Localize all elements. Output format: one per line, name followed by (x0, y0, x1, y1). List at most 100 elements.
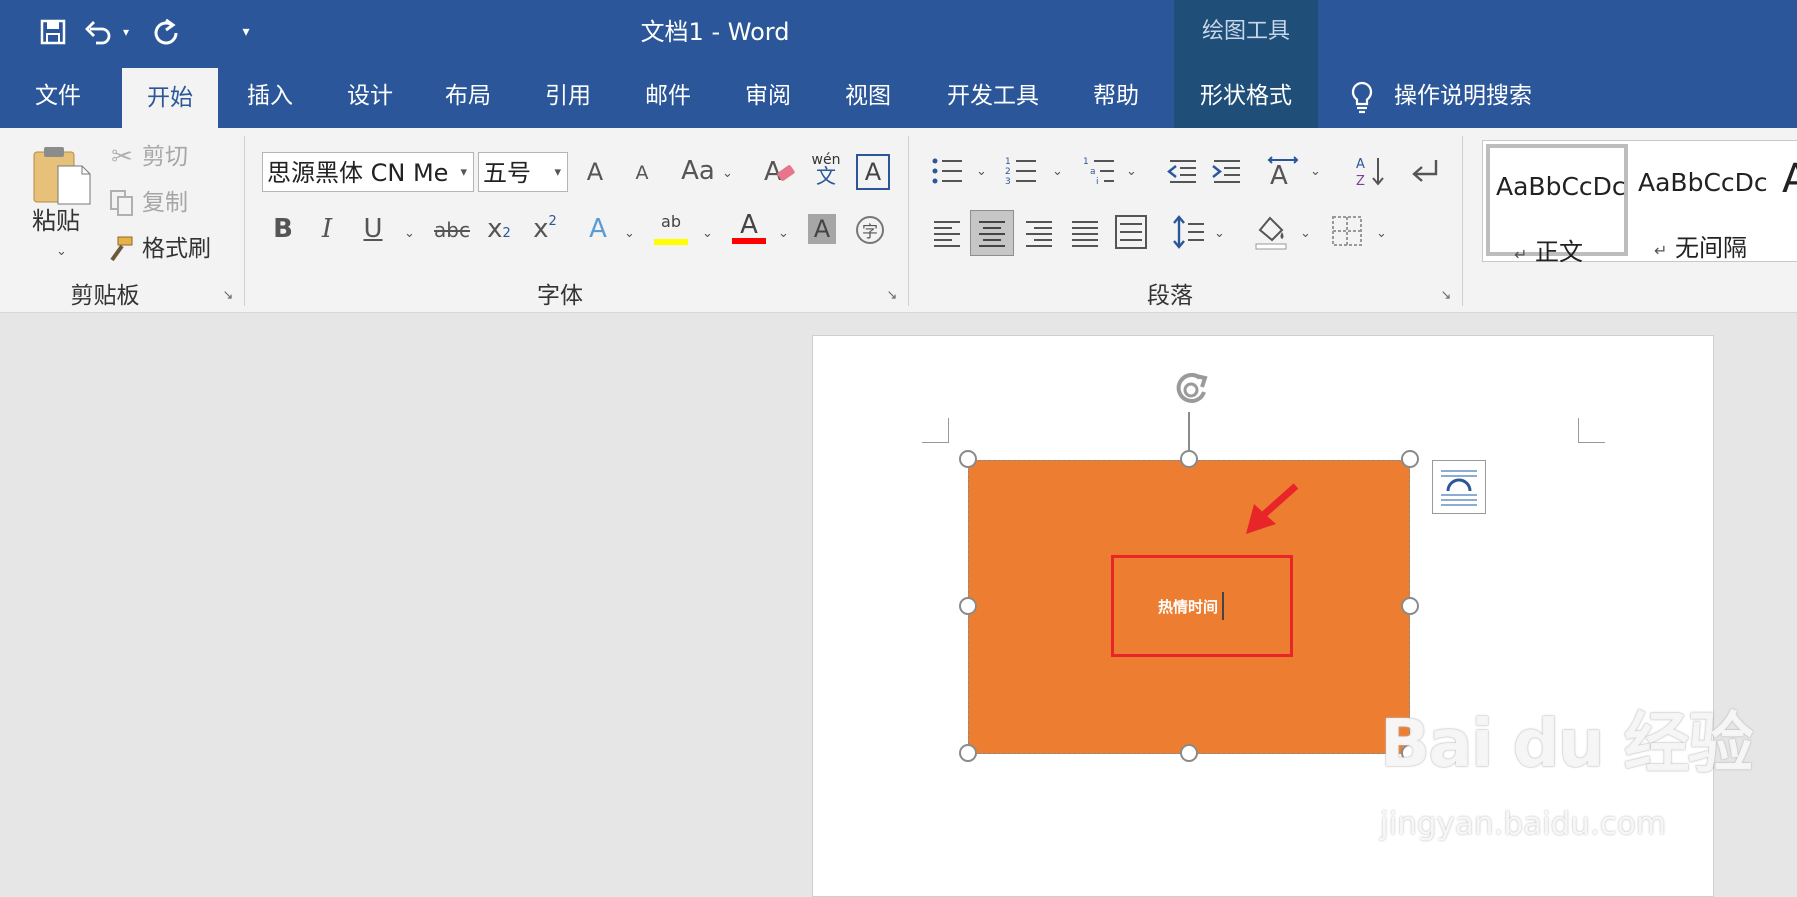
svg-text:2: 2 (1005, 167, 1011, 177)
highlight-color-bar (654, 239, 688, 245)
asian-layout-dropdown-icon[interactable]: ⌄ (1310, 164, 1321, 179)
layout-options-icon[interactable] (1432, 460, 1486, 514)
superscript-x: x (533, 214, 549, 244)
numbering-icon[interactable]: 123 (1004, 154, 1038, 188)
redo-icon[interactable] (148, 14, 184, 50)
strikethrough-icon[interactable]: abc (432, 218, 472, 242)
tab-developer[interactable]: 开发工具 (928, 64, 1058, 128)
tab-mailings[interactable]: 邮件 (624, 64, 712, 128)
font-color-dropdown-icon[interactable]: ⌄ (778, 226, 789, 241)
align-right-icon[interactable] (1022, 216, 1056, 250)
format-painter-icon[interactable] (108, 234, 136, 264)
style-no-spacing[interactable]: AaBbCcDc ↵ 无间隔 (1630, 144, 1780, 262)
asian-layout-icon[interactable]: A (1266, 154, 1300, 191)
lightbulb-icon[interactable] (1346, 80, 1378, 114)
rotate-handle-icon[interactable] (1166, 366, 1218, 414)
resize-handle-top-right[interactable] (1401, 450, 1419, 468)
style-normal[interactable]: AaBbCcDc ↵ 正文 (1486, 144, 1628, 266)
phonetic-bottom: 文 (816, 164, 836, 188)
bullets-dropdown-icon[interactable]: ⌄ (976, 164, 987, 179)
font-color-icon[interactable]: A (732, 210, 766, 244)
font-size-combo[interactable]: 五号 ▾ (478, 152, 568, 192)
tab-references[interactable]: 引用 (524, 64, 612, 128)
clipboard-launcher-icon[interactable]: ↘ (220, 288, 236, 304)
shape-text[interactable]: 热情时间 (1158, 596, 1218, 617)
paste-label[interactable]: 粘贴 (32, 206, 80, 236)
font-group-label: 字体 (537, 283, 583, 309)
resize-handle-bottom-left[interactable] (959, 744, 977, 762)
highlight-icon[interactable]: ab (654, 212, 688, 245)
increase-indent-icon[interactable] (1210, 154, 1244, 188)
save-icon[interactable] (35, 14, 71, 50)
tab-layout[interactable]: 布局 (424, 64, 512, 128)
font-name-combo[interactable]: 思源黑体 CN Me ▾ (262, 152, 474, 192)
line-spacing-dropdown-icon[interactable]: ⌄ (1214, 226, 1225, 241)
resize-handle-right[interactable] (1401, 597, 1419, 615)
copy-icon[interactable] (108, 188, 136, 218)
tab-shape-format[interactable]: 形状格式 (1174, 64, 1318, 128)
grow-font-icon[interactable]: A (582, 158, 608, 186)
text-cursor (1222, 592, 1224, 620)
justify-icon[interactable] (1068, 216, 1102, 250)
underline-dropdown-icon[interactable]: ⌄ (404, 226, 415, 241)
font-launcher-icon[interactable]: ↘ (884, 288, 900, 304)
undo-dropdown-icon[interactable]: ▾ (116, 14, 136, 50)
text-effects-icon[interactable]: A (584, 214, 612, 244)
paste-icon[interactable] (32, 144, 92, 206)
distributed-icon[interactable] (1114, 214, 1148, 250)
phonetic-guide-icon[interactable]: wén 文 (808, 152, 844, 188)
tab-home[interactable]: 开始 (122, 68, 218, 128)
style-heading-partial[interactable]: A (1780, 144, 1797, 256)
character-shading-icon[interactable]: A (808, 214, 836, 244)
numbering-dropdown-icon[interactable]: ⌄ (1052, 164, 1063, 179)
paste-dropdown-icon[interactable]: ⌄ (56, 244, 67, 259)
sort-icon[interactable]: AZ (1354, 154, 1388, 189)
copy-label[interactable]: 复制 (142, 188, 188, 218)
align-center-icon[interactable] (970, 210, 1014, 256)
paragraph-launcher-icon[interactable]: ↘ (1438, 288, 1454, 304)
resize-handle-top-left[interactable] (959, 450, 977, 468)
italic-icon[interactable]: I (314, 214, 340, 244)
show-formatting-marks-icon[interactable] (1408, 154, 1442, 188)
bold-icon[interactable]: B (270, 214, 296, 244)
decrease-indent-icon[interactable] (1166, 154, 1200, 188)
tab-view[interactable]: 视图 (824, 64, 912, 128)
align-left-icon[interactable] (930, 216, 964, 250)
tab-insert[interactable]: 插入 (226, 64, 314, 128)
chevron-down-icon: ▾ (460, 165, 467, 180)
resize-handle-bottom[interactable] (1180, 744, 1198, 762)
superscript-icon[interactable]: x2 (530, 214, 560, 244)
shading-dropdown-icon[interactable]: ⌄ (1300, 226, 1311, 241)
line-spacing-icon[interactable] (1172, 214, 1206, 250)
subscript-icon[interactable]: x2 (484, 214, 514, 244)
cut-label[interactable]: 剪切 (142, 142, 188, 172)
highlight-dropdown-icon[interactable]: ⌄ (702, 226, 713, 241)
change-case-dropdown-icon[interactable]: ⌄ (722, 166, 733, 181)
shading-icon[interactable] (1254, 212, 1288, 250)
text-effects-dropdown-icon[interactable]: ⌄ (624, 226, 635, 241)
change-case-icon[interactable]: Aa (678, 156, 718, 186)
character-border-icon[interactable]: A (856, 154, 890, 190)
tab-review[interactable]: 审阅 (724, 64, 812, 128)
resize-handle-top[interactable] (1180, 450, 1198, 468)
tab-file[interactable]: 文件 (14, 64, 102, 128)
tab-design[interactable]: 设计 (326, 64, 414, 128)
subscript-2: 2 (502, 226, 511, 241)
enclose-characters-icon[interactable]: 字 (856, 216, 884, 244)
multilevel-list-icon[interactable]: 1ai (1082, 154, 1116, 188)
cut-icon[interactable]: ✂ (108, 142, 136, 172)
tell-me-search[interactable]: 操作说明搜索 (1394, 64, 1564, 128)
borders-dropdown-icon[interactable]: ⌄ (1376, 226, 1387, 241)
tab-help[interactable]: 帮助 (1072, 64, 1160, 128)
undo-icon[interactable] (80, 14, 116, 50)
borders-icon[interactable] (1330, 214, 1364, 248)
shrink-font-icon[interactable]: A (630, 162, 654, 184)
clear-formatting-icon[interactable]: A (762, 154, 796, 190)
font-color-letter: A (740, 210, 758, 240)
format-painter-label[interactable]: 格式刷 (142, 234, 211, 264)
underline-icon[interactable]: U (360, 214, 386, 244)
bullets-icon[interactable] (930, 154, 964, 188)
multilevel-dropdown-icon[interactable]: ⌄ (1126, 164, 1137, 179)
customize-qat-icon[interactable]: ▾ (228, 14, 264, 50)
resize-handle-left[interactable] (959, 597, 977, 615)
